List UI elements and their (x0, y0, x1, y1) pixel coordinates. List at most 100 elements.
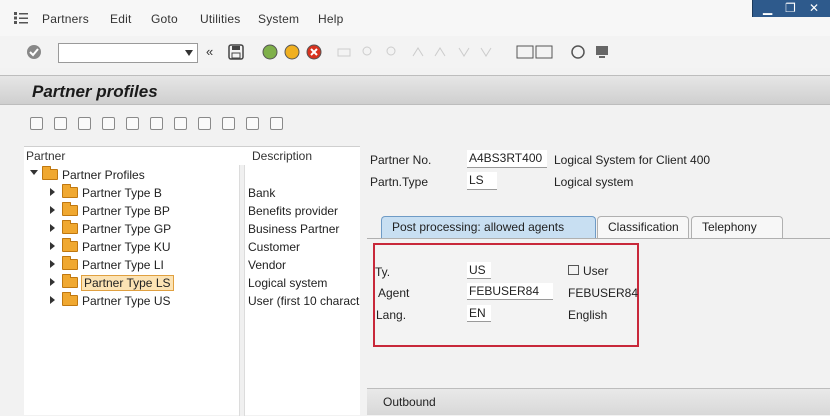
tree-item-description: Logical system (248, 276, 328, 290)
page-title: Partner profiles (32, 82, 158, 101)
menu-goto[interactable]: Goto (151, 12, 178, 26)
menu-utilities[interactable]: Utilities (200, 12, 240, 26)
allowed-agents-panel: Ty. US User Agent FEBUSER84 FEBUSER84 La… (373, 243, 639, 347)
collapse-arrows-icon[interactable]: « (206, 44, 213, 59)
find-next-icon (386, 46, 396, 56)
menu-bar: Partners Edit Goto Utilities System Help… (0, 0, 830, 36)
tree-item-description: User (first 10 charact (248, 294, 360, 308)
type-label: Ty. (375, 265, 391, 279)
agent-description: FEBUSER84 (568, 286, 639, 300)
agent-type-field[interactable]: US (467, 262, 491, 279)
folder-icon (62, 274, 78, 288)
layout-menu-icon[interactable] (594, 44, 610, 60)
tree-item-label: Partner Type US (82, 294, 171, 308)
menu-system[interactable]: System (258, 12, 299, 26)
exit-icon[interactable] (284, 44, 300, 60)
close-icon[interactable]: ✕ (809, 1, 819, 15)
outbound-section[interactable]: Outbound (367, 388, 830, 415)
partner-no-label: Partner No. (370, 153, 432, 167)
tree-root-row[interactable]: Partner Profiles (24, 166, 360, 184)
language-description: English (568, 308, 608, 322)
restore-icon[interactable]: ❐ (785, 1, 796, 15)
menu-edit[interactable]: Edit (110, 12, 131, 26)
change-icon[interactable] (54, 117, 67, 130)
tree-item-description: Customer (248, 240, 301, 254)
folder-icon (62, 292, 78, 306)
partner-no-field[interactable]: A4BS3RT400 (467, 150, 547, 168)
partner-type-label: Partn.Type (370, 175, 429, 189)
expand-right-icon[interactable] (50, 260, 55, 268)
language-field[interactable]: EN (467, 305, 491, 322)
outbound-label: Outbound (383, 395, 436, 409)
delete-icon[interactable] (126, 117, 139, 130)
partner-type-field[interactable]: LS (467, 172, 497, 190)
folder-icon (42, 166, 58, 180)
tab-classification[interactable]: Classification (597, 216, 689, 238)
expand-right-icon[interactable] (50, 278, 55, 286)
tree-item-ls[interactable]: Partner Type LS Logical system (24, 274, 360, 292)
tree-item-description: Benefits provider (248, 204, 339, 218)
tab-strip-line (367, 238, 830, 239)
tree-item-gp[interactable]: Partner Type GP Business Partner (24, 220, 360, 238)
first-page-icon (412, 47, 424, 57)
expand-right-icon[interactable] (50, 188, 55, 196)
tab-post-processing[interactable]: Post processing: allowed agents (381, 216, 596, 238)
expand-right-icon[interactable] (50, 296, 55, 304)
title-bar: Partner profiles (0, 75, 830, 105)
tree-item-label: Partner Type LS (81, 275, 174, 291)
next-page-icon (458, 47, 470, 57)
menu-list-icon[interactable] (14, 12, 28, 24)
find-icon (362, 46, 372, 56)
copy-icon[interactable] (102, 117, 115, 130)
expand-down-icon[interactable] (30, 170, 38, 175)
dropdown-arrow-icon[interactable] (185, 50, 193, 56)
tree-item-bp[interactable]: Partner Type BP Benefits provider (24, 202, 360, 220)
create-session-icon[interactable] (516, 44, 554, 60)
partner-no-description: Logical System for Client 400 (554, 153, 711, 167)
tree-item-description: Business Partner (248, 222, 340, 236)
partner-type-description: Logical system (554, 175, 634, 189)
create-icon[interactable] (30, 117, 43, 130)
window-controls: ▁ ❐ ✕ (752, 0, 830, 17)
tab-telephony[interactable]: Telephony (691, 216, 783, 238)
tree-item-label: Partner Type BP (82, 204, 170, 218)
column-header-partner[interactable]: Partner (26, 149, 65, 163)
folder-icon (62, 202, 78, 216)
collapse-icon[interactable] (270, 117, 283, 130)
menu-partners[interactable]: Partners (42, 12, 89, 26)
last-page-icon (480, 47, 492, 57)
language-label: Lang. (376, 308, 407, 322)
tree-item-label: Partner Type LI (82, 258, 164, 272)
transport-icon[interactable] (222, 117, 235, 130)
expand-right-icon[interactable] (50, 206, 55, 214)
back-icon[interactable] (262, 44, 278, 60)
application-toolbar (0, 108, 300, 138)
print-icon (337, 48, 351, 57)
command-field[interactable] (58, 43, 198, 63)
display-icon[interactable] (78, 117, 91, 130)
tree-item-ku[interactable]: Partner Type KU Customer (24, 238, 360, 256)
folder-icon (62, 238, 78, 252)
minimize-icon[interactable]: ▁ (763, 1, 772, 15)
check-icon[interactable] (150, 117, 163, 130)
tree-item-b[interactable]: Partner Type B Bank (24, 184, 360, 202)
user-icon (568, 265, 579, 275)
cancel-icon[interactable] (306, 44, 322, 60)
expand-icon[interactable] (246, 117, 259, 130)
tree-item-description: Vendor (248, 258, 287, 272)
menu-help[interactable]: Help (318, 12, 343, 26)
column-header-description[interactable]: Description (252, 149, 312, 163)
save-icon[interactable] (228, 44, 244, 60)
print-list-icon[interactable] (198, 117, 211, 130)
agent-type-description: User (583, 264, 609, 278)
expand-right-icon[interactable] (50, 242, 55, 250)
tree-item-us[interactable]: Partner Type US User (first 10 charact (24, 292, 360, 310)
tree-item-li[interactable]: Partner Type LI Vendor (24, 256, 360, 274)
tree-item-description: Bank (248, 186, 276, 200)
help-icon[interactable] (570, 44, 586, 60)
expand-right-icon[interactable] (50, 224, 55, 232)
enter-check-icon[interactable] (26, 44, 42, 60)
tree-item-label: Partner Type B (82, 186, 162, 200)
test-icon[interactable] (174, 117, 187, 130)
agent-field[interactable]: FEBUSER84 (467, 283, 553, 300)
